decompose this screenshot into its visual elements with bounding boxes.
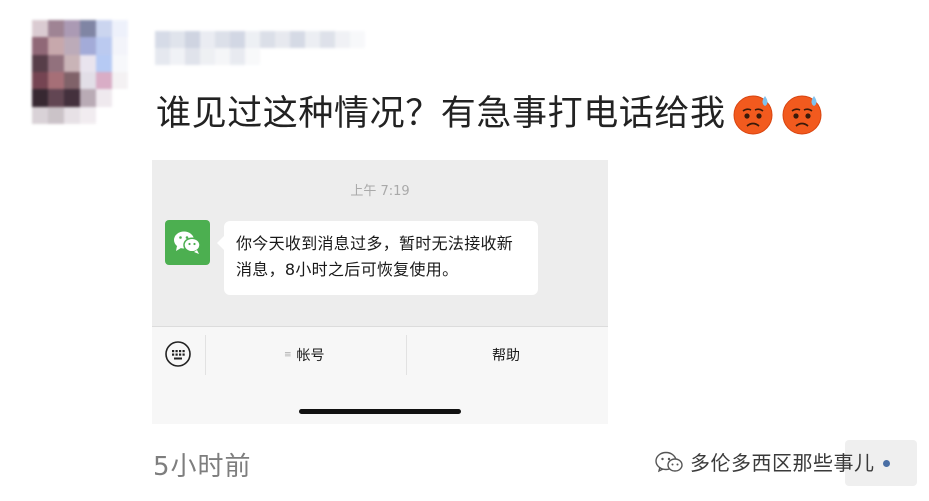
- account-menu-button[interactable]: ≡ 帐号: [284, 345, 325, 365]
- post-time-ago: 5小时前: [153, 452, 252, 482]
- menu-divider: [205, 335, 206, 375]
- watermark-text: 多伦多西区那些事儿: [690, 451, 875, 475]
- avatar[interactable]: [32, 20, 128, 124]
- wechat-official-account-icon: [655, 451, 683, 472]
- cold-sweat-face-icon: [782, 95, 822, 135]
- help-menu-label: 帮助: [492, 348, 520, 364]
- cold-sweat-face-icon: [733, 95, 773, 135]
- submenu-icon: ≡: [284, 350, 292, 360]
- chat-menu-bar: ≡ 帐号 帮助: [152, 326, 608, 424]
- wechat-logo-avatar: [165, 220, 210, 265]
- message-time: 上午 7:19: [350, 184, 410, 199]
- message-bubble[interactable]: 你今天收到消息过多，暂时无法接收新消息，8小时之后可恢复使用。: [217, 221, 538, 295]
- home-indicator[interactable]: [299, 409, 461, 414]
- keyboard-icon[interactable]: [165, 341, 191, 367]
- help-menu-button[interactable]: 帮助: [492, 345, 520, 365]
- account-menu-label: 帐号: [296, 348, 325, 364]
- menu-divider: [406, 335, 407, 375]
- watermark-dot: [883, 460, 890, 467]
- post-text-content: 谁见过这种情况？有急事打电话给我: [156, 94, 726, 134]
- username-blurred[interactable]: [155, 31, 365, 65]
- wechat-icon: [174, 231, 201, 254]
- watermark: 多伦多西区那些事儿: [654, 447, 875, 476]
- post-text: 谁见过这种情况？有急事打电话给我: [156, 90, 824, 138]
- attached-screenshot[interactable]: 上午 7:19 你今天收到消息过多，暂时无法接收新消息，8小时之后可恢复使用。: [152, 160, 608, 424]
